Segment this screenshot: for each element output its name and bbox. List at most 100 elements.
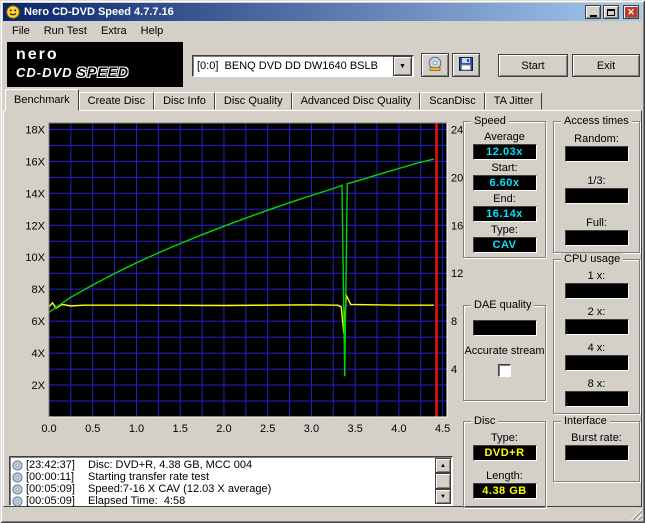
access-third-value xyxy=(564,188,629,204)
svg-text:2.5: 2.5 xyxy=(260,423,275,435)
benchmark-tab-page: 18X 16X 14X 12X 10X 8X 6X 4X 2X 24 20 16 12 8 4 0.0 0.5 1… xyxy=(3,110,642,508)
access-full-value xyxy=(564,230,629,246)
scroll-down-button[interactable]: ▼ xyxy=(435,489,451,504)
tab-benchmark[interactable]: Benchmark xyxy=(5,89,79,111)
log-entry[interactable]: [00:05:09] Elapsed Time: 4:58 xyxy=(12,495,435,507)
scroll-down-icon: ▼ xyxy=(440,493,446,500)
svg-text:1.0: 1.0 xyxy=(129,423,144,435)
log-entry[interactable]: [00:00:11] Starting transfer rate test xyxy=(12,471,435,483)
svg-text:8X: 8X xyxy=(32,284,46,296)
log-entry-time: [00:00:11] xyxy=(26,471,75,483)
svg-text:4X: 4X xyxy=(32,348,46,360)
log-entry-time: [00:05:09] xyxy=(26,483,75,495)
start-button[interactable]: Start xyxy=(498,54,568,77)
dae-quality-title: DAE quality xyxy=(471,299,535,311)
svg-text:14X: 14X xyxy=(25,188,45,200)
tab-create-disc[interactable]: Create Disc xyxy=(78,92,155,110)
logo-speed-text: SPEED xyxy=(76,64,130,80)
svg-text:2X: 2X xyxy=(32,380,46,392)
nero-logo: nero CD-DVD SPEED xyxy=(7,42,183,87)
cpu-usage-title: CPU usage xyxy=(561,253,624,265)
log-entry-time: [00:05:09] xyxy=(26,495,75,507)
svg-text:6X: 6X xyxy=(32,316,46,328)
svg-text:12X: 12X xyxy=(25,220,45,232)
access-times-title: Access times xyxy=(561,115,632,127)
tab-strip: Benchmark Create Disc Disc Info Disc Qua… xyxy=(5,89,543,111)
app-icon xyxy=(6,5,20,19)
cpu-2x-label: 2 x: xyxy=(587,306,606,318)
log-scrollbar[interactable]: ▲ ▼ xyxy=(435,458,451,504)
drive-select-dropdown-button[interactable]: ▼ xyxy=(393,56,412,76)
log-list[interactable]: [23:42:37] Disc: DVD+R, 4.38 GB, MCC 004… xyxy=(9,456,453,507)
menu-file[interactable]: File xyxy=(5,23,37,39)
svg-text:1.5: 1.5 xyxy=(173,423,188,435)
svg-text:12: 12 xyxy=(451,268,463,280)
titlebar[interactable]: Nero CD-DVD Speed 4.7.7.16 ✕ xyxy=(3,3,642,21)
scroll-up-button[interactable]: ▲ xyxy=(435,458,451,473)
cpu-4x-value xyxy=(564,355,629,371)
window-controls: ✕ xyxy=(585,5,639,19)
access-random-value xyxy=(564,146,629,162)
close-button[interactable]: ✕ xyxy=(623,5,639,19)
scroll-thumb[interactable] xyxy=(435,473,451,489)
eject-disc-button[interactable] xyxy=(421,53,449,77)
exit-button[interactable]: Exit xyxy=(572,54,640,77)
statusbar xyxy=(3,507,642,520)
interface-panel-title: Interface xyxy=(561,415,610,427)
svg-text:0.5: 0.5 xyxy=(85,423,100,435)
burst-rate-value xyxy=(564,445,629,461)
drive-select[interactable]: [0:0] BENQ DVD DD DW1640 BSLB ▼ xyxy=(192,55,414,77)
svg-text:20: 20 xyxy=(451,172,463,184)
scroll-up-icon: ▲ xyxy=(440,462,446,469)
access-times-panel: Access times Random: 1/3: Full: xyxy=(553,115,640,253)
svg-text:4.5: 4.5 xyxy=(435,423,450,435)
svg-text:3.0: 3.0 xyxy=(304,423,319,435)
speed-type-value: CAV xyxy=(472,237,537,253)
disc-icon xyxy=(12,471,23,483)
minimize-button[interactable] xyxy=(585,5,601,19)
disc-panel: Disc Type: DVD+R Length: 4.38 GB xyxy=(463,415,546,508)
svg-text:8: 8 xyxy=(451,316,457,328)
log-entry[interactable]: [00:05:09] Speed:7-16 X CAV (12.03 X ave… xyxy=(12,483,435,495)
log-entry-text: Elapsed Time: 4:58 xyxy=(88,495,186,507)
cpu-8x-label: 8 x: xyxy=(587,378,606,390)
menu-extra[interactable]: Extra xyxy=(94,23,134,39)
resize-grip[interactable] xyxy=(629,507,642,520)
svg-text:10X: 10X xyxy=(25,252,45,264)
window-title: Nero CD-DVD Speed 4.7.7.16 xyxy=(24,6,174,18)
maximize-button[interactable] xyxy=(603,5,619,19)
svg-text:16X: 16X xyxy=(25,156,45,168)
disc-icon xyxy=(12,483,23,495)
speed-panel-title: Speed xyxy=(471,115,509,127)
menu-run-test[interactable]: Run Test xyxy=(37,23,94,39)
log-entry[interactable]: [23:42:37] Disc: DVD+R, 4.38 GB, MCC 004 xyxy=(12,459,435,471)
menu-help[interactable]: Help xyxy=(134,23,171,39)
access-full-label: Full: xyxy=(586,217,607,229)
tab-disc-quality[interactable]: Disc Quality xyxy=(214,92,292,110)
tab-ta-jitter[interactable]: TA Jitter xyxy=(484,92,543,110)
log-entry-time: [23:42:37] xyxy=(26,459,75,471)
maximize-icon xyxy=(607,8,615,16)
svg-text:0.0: 0.0 xyxy=(41,423,56,435)
access-random-label: Random: xyxy=(574,133,619,145)
log-entry-text: Starting transfer rate test xyxy=(88,471,210,483)
tab-advanced-disc-quality[interactable]: Advanced Disc Quality xyxy=(291,92,421,110)
svg-text:16: 16 xyxy=(451,220,463,232)
speed-start-value: 6.60x xyxy=(472,175,537,191)
disc-type-label: Type: xyxy=(491,432,518,444)
tab-disc-info[interactable]: Disc Info xyxy=(154,92,215,110)
svg-text:4: 4 xyxy=(451,364,457,376)
dae-quality-value xyxy=(472,320,537,336)
cpu-1x-value xyxy=(564,283,629,299)
accurate-stream-checkbox[interactable] xyxy=(498,364,511,377)
dae-quality-panel: DAE quality Accurate stream xyxy=(463,299,546,401)
svg-text:3.5: 3.5 xyxy=(348,423,363,435)
tab-scandisc[interactable]: ScanDisc xyxy=(420,92,485,110)
disc-type-value: DVD+R xyxy=(472,445,537,461)
speed-panel: Speed Average 12.03x Start: 6.60x End: 1… xyxy=(463,115,546,258)
cpu-2x-value xyxy=(564,319,629,335)
benchmark-chart: 18X 16X 14X 12X 10X 8X 6X 4X 2X 24 20 16 12 8 4 0.0 0.5 1… xyxy=(25,122,463,435)
save-button[interactable] xyxy=(452,53,480,77)
cpu-1x-label: 1 x: xyxy=(587,270,606,282)
cpu-4x-label: 4 x: xyxy=(587,342,606,354)
